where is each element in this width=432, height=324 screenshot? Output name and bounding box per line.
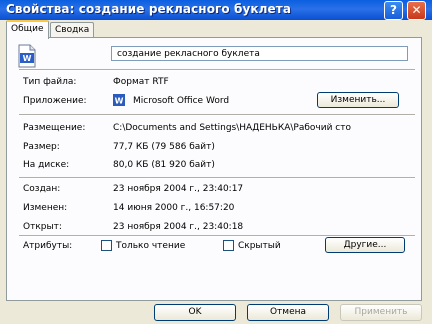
attributes-label: Атрибуты: bbox=[23, 241, 73, 251]
created-label: Создан: bbox=[23, 184, 61, 194]
modified-label: Изменен: bbox=[23, 203, 68, 213]
readonly-checkbox[interactable] bbox=[101, 240, 112, 251]
size-value: 77,7 КБ (79 586 байт) bbox=[113, 142, 215, 152]
help-button[interactable]: ? bbox=[384, 1, 403, 20]
hidden-checkbox[interactable] bbox=[223, 240, 234, 251]
disk-size-value: 80,0 КБ (81 920 байт) bbox=[113, 160, 215, 170]
location-label: Размещение: bbox=[23, 123, 86, 133]
general-panel: W создание рекласного буклета Тип файла:… bbox=[6, 37, 422, 301]
properties-dialog: Свойства: создание рекласного буклета ? … bbox=[0, 0, 432, 324]
cancel-button[interactable]: Отмена bbox=[247, 304, 329, 321]
readonly-label[interactable]: Только чтение bbox=[116, 240, 185, 252]
hidden-label[interactable]: Скрытый bbox=[238, 240, 281, 252]
apply-button[interactable]: Применить bbox=[340, 304, 422, 321]
opened-value: 23 ноября 2004 г., 23:40:18 bbox=[113, 222, 244, 232]
tab-general[interactable]: Общие bbox=[6, 20, 49, 39]
other-attributes-button[interactable]: Другие... bbox=[325, 237, 405, 253]
ok-button[interactable]: OK bbox=[154, 304, 236, 321]
separator bbox=[19, 69, 415, 71]
document-icon: W bbox=[18, 44, 36, 68]
word-app-icon: W bbox=[113, 94, 125, 106]
svg-text:W: W bbox=[23, 54, 32, 63]
separator bbox=[19, 114, 415, 116]
disk-size-label: На диске: bbox=[23, 160, 70, 170]
change-button[interactable]: Изменить... bbox=[317, 92, 399, 108]
modified-value: 14 июня 2000 г., 16:57:20 bbox=[113, 203, 235, 213]
file-name-field[interactable]: создание рекласного буклета bbox=[111, 46, 408, 61]
application-value: Microsoft Office Word bbox=[133, 96, 230, 106]
close-button[interactable]: ✕ bbox=[407, 1, 426, 20]
tab-summary[interactable]: Сводка bbox=[50, 22, 95, 37]
created-value: 23 ноября 2004 г., 23:40:17 bbox=[113, 184, 244, 194]
application-label: Приложение: bbox=[23, 96, 87, 106]
separator bbox=[19, 177, 415, 179]
file-type-label: Тип файла: bbox=[23, 77, 77, 87]
dialog-footer: OK Отмена Применить bbox=[0, 300, 432, 324]
window-title: Свойства: создание рекласного буклета bbox=[6, 2, 292, 16]
opened-label: Открыт: bbox=[23, 222, 62, 232]
file-type-value: Формат RTF bbox=[113, 77, 169, 87]
size-label: Размер: bbox=[23, 142, 60, 152]
title-bar[interactable]: Свойства: создание рекласного буклета ? … bbox=[0, 0, 432, 20]
location-value: C:\Documents and Settings\НАДЕНЬКА\Рабоч… bbox=[113, 123, 351, 133]
svg-text:W: W bbox=[115, 97, 124, 106]
